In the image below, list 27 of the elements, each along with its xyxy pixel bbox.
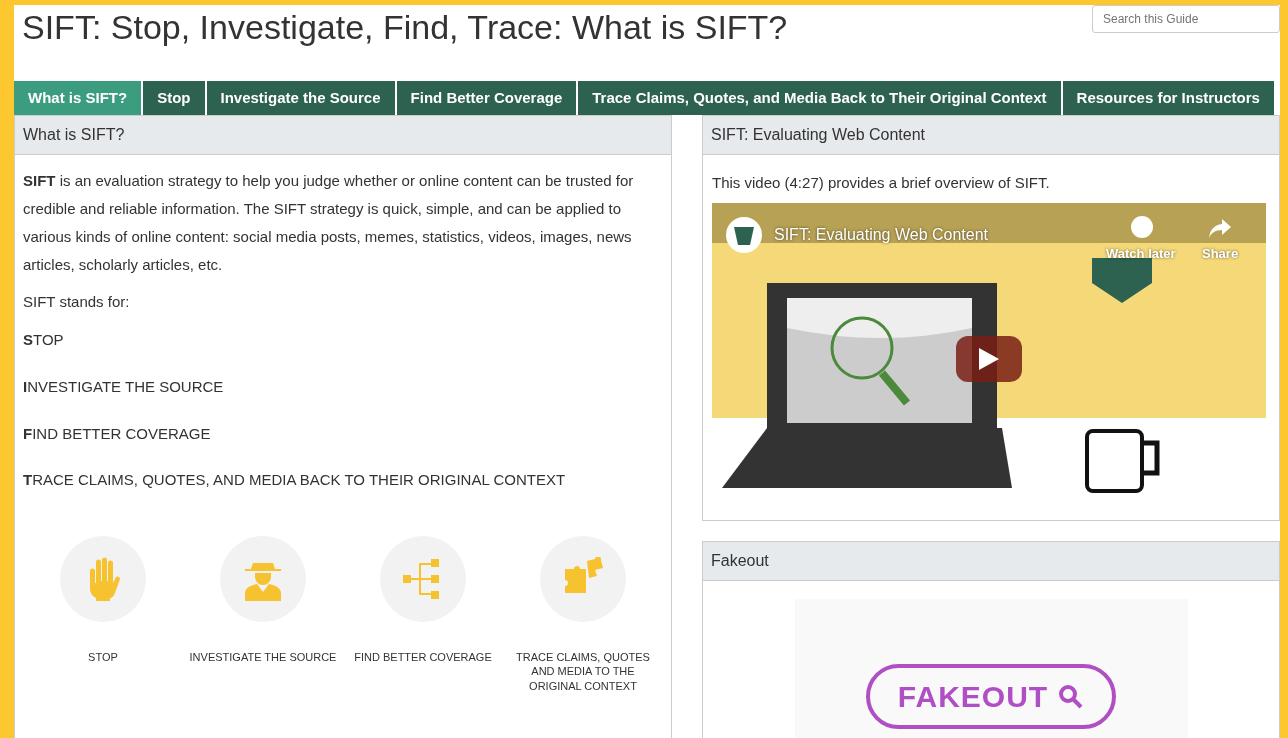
panel-heading: Fakeout — [703, 542, 1279, 582]
panel-heading: SIFT: Evaluating Web Content — [703, 116, 1279, 156]
step-text: STOP — [23, 330, 65, 351]
icon-label: FIND BETTER COVERAGE — [353, 650, 493, 665]
panel-heading: What is SIFT? — [15, 116, 671, 156]
nav-tab[interactable]: Stop — [143, 80, 205, 116]
share-icon[interactable] — [1209, 217, 1231, 240]
step-text: TRACE CLAIMS, QUOTES, AND MEDIA BACK TO THEIR ORIGINAL CONTEXT — [23, 470, 567, 491]
logo-text: FAKEOUT — [897, 679, 1049, 716]
play-button[interactable] — [956, 336, 1022, 383]
search-field[interactable]: Search this Guide — [1092, 5, 1280, 33]
video-title: SIFT: Evaluating Web Content — [774, 225, 989, 246]
search-icon — [1058, 683, 1085, 710]
body-text: This video (4:27) provides a brief overview of SIFT. — [712, 173, 1051, 194]
intro-paragraph: SIFT is an evaluation strategy to help you judge whether or online content can be trusted for credible and reliable information. The SIFT strategy is quick, simple, and can be applied to various kinds of online content: social media posts, memes, statistics, videos, images, news articles, scholarly articles, etc. — [23, 171, 635, 275]
step-text: FIND BETTER COVERAGE — [23, 423, 212, 444]
nav-tab[interactable]: Investigate the Source — [206, 80, 395, 116]
step-text: INVESTIGATE THE SOURCE — [23, 376, 225, 397]
play-icon — [979, 348, 999, 371]
page-title: SIFT: Stop, Investigate, Find, Trace: What is SIFT? — [21, 7, 788, 48]
body-text: SIFT stands for: — [23, 292, 131, 313]
icon-label: STOP — [87, 650, 119, 665]
nav-tab[interactable]: Trace Claims, Quotes, and Media Back to Their Original Context — [578, 80, 1061, 116]
nav-tab[interactable]: Resources for Instructors — [1062, 80, 1274, 116]
nav-tab[interactable]: Find Better Coverage — [396, 80, 577, 116]
icon-label: INVESTIGATE THE SOURCE — [188, 650, 338, 665]
icon-label: TRACE CLAIMS, QUOTES AND MEDIA TO THE ORIGINAL CONTEXT — [515, 650, 651, 693]
